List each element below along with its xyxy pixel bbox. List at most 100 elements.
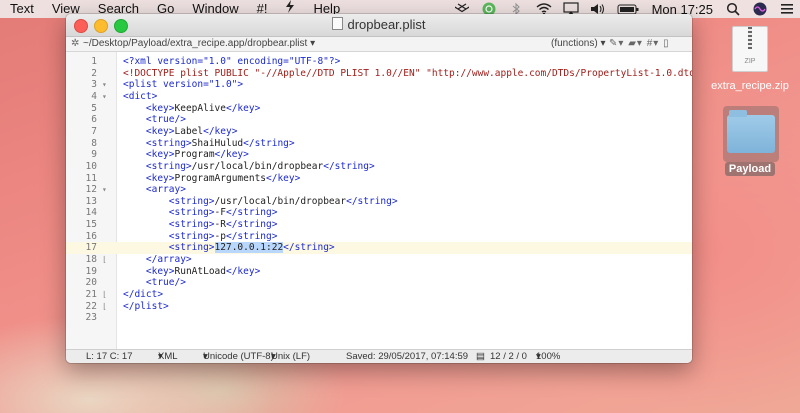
code-text: <string>/usr/local/bin/dropbear</string>	[168, 195, 398, 207]
fold-indicator-icon[interactable]: ⌊	[102, 254, 107, 266]
line-number: 17	[85, 242, 97, 254]
code-text: </plist>	[123, 300, 169, 312]
code-line[interactable]: 19 <key>RunAtLoad</key>	[66, 266, 692, 278]
document-menu-icon[interactable]: ▯	[663, 38, 670, 49]
navigation-bar: ✲ ~/Desktop/Payload/extra_recipe.app/dro…	[66, 37, 692, 52]
fold-indicator-icon[interactable]: ▾	[102, 79, 107, 91]
code-line[interactable]: 13 <string>/usr/local/bin/dropbear</stri…	[66, 196, 692, 208]
line-number: 7	[91, 125, 97, 137]
line-number: 11	[85, 172, 97, 184]
language-menu[interactable]: XML ▾	[158, 350, 178, 363]
line-number: 9	[91, 149, 97, 161]
close-button[interactable]	[74, 19, 88, 33]
code-text: <string>-F</string>	[168, 207, 278, 219]
cursor-position[interactable]: L: 17 C: 17	[86, 350, 132, 363]
code-line[interactable]: 12 ▾ <array>	[66, 184, 692, 196]
zip-file-label: extra_recipe.zip	[711, 80, 789, 92]
zoom-menu[interactable]: 100% ▾	[536, 350, 560, 363]
siri-icon[interactable]	[753, 2, 767, 16]
line-number: 10	[85, 160, 97, 172]
code-editor[interactable]: 1 <?xml version="1.0" encoding="UTF-8"?> 2…	[66, 52, 692, 349]
window-title: dropbear.plist	[347, 17, 426, 32]
status-bar: L: 17 C: 17 XML ▾ Unicode (UTF-8) ▾ Unix…	[66, 349, 692, 363]
toolbar-icons[interactable]: ✎▾ ▰▾ #▾ ▯	[609, 37, 670, 51]
code-line[interactable]: 14 <string>-F</string>	[66, 207, 692, 219]
code-text: <dict>	[123, 90, 158, 102]
code-text: <string>-p</string>	[168, 230, 278, 242]
minimize-button[interactable]	[94, 19, 108, 33]
folder-label-wrap[interactable]: Payload	[715, 162, 785, 176]
code-line[interactable]: 2 <!DOCTYPE plist PUBLIC "-//Apple//DTD P…	[66, 68, 692, 80]
menu-text[interactable]: Text	[0, 0, 43, 18]
notification-center-icon[interactable]	[780, 2, 794, 16]
code-text: <plist version="1.0">	[123, 79, 244, 91]
line-number: 12	[85, 184, 97, 196]
code-text: <string>/usr/local/bin/dropbear</string>	[145, 160, 375, 172]
code-text: <!DOCTYPE plist PUBLIC "-//Apple//DTD PL…	[123, 67, 692, 79]
code-text: <?xml version="1.0" encoding="UTF-8"?>	[123, 56, 341, 67]
code-line[interactable]: 23	[66, 312, 692, 324]
hash-menu-icon[interactable]: #▾	[647, 38, 660, 49]
code-text: <key>KeepAlive</key>	[145, 102, 261, 114]
code-line[interactable]: 22 ⌊ </plist>	[66, 301, 692, 313]
fold-indicator-icon[interactable]: ⌊	[102, 289, 107, 301]
code-text: </array>	[145, 254, 192, 266]
code-text: <key>Label</key>	[145, 125, 238, 137]
code-line[interactable]: 21 ⌊ </dict>	[66, 289, 692, 301]
line-number: 5	[91, 102, 97, 114]
code-line[interactable]: 3 ▾ <plist version="1.0">	[66, 79, 692, 91]
code-line[interactable]: 18 ⌊ </array>	[66, 254, 692, 266]
line-number: 22	[85, 300, 97, 312]
code-text: <key>RunAtLoad</key>	[145, 265, 261, 277]
code-text: <true/>	[145, 114, 186, 126]
code-line[interactable]: 17 <string>127.0.0.1:22</string>	[66, 242, 692, 254]
fold-indicator-icon[interactable]: ▾	[102, 91, 107, 103]
code-text: <array>	[145, 184, 186, 196]
marker-icon[interactable]: ✎▾	[609, 38, 624, 49]
line-number: 6	[91, 114, 97, 126]
code-line[interactable]: 10 <string>/usr/local/bin/dropbear</stri…	[66, 161, 692, 173]
code-line[interactable]: 6 <true/>	[66, 114, 692, 126]
document-stats[interactable]: 12 / 2 / 0	[490, 350, 527, 363]
code-line[interactable]: 11 <key>ProgramArguments</key>	[66, 173, 692, 185]
code-line[interactable]: 16 <string>-p</string>	[66, 231, 692, 243]
line-number: 16	[85, 230, 97, 242]
saved-status: Saved: 29/05/2017, 07:14:59	[346, 351, 469, 362]
bookmark-icon[interactable]: ▰▾	[628, 38, 643, 49]
line-number: 21	[85, 289, 97, 300]
code-line[interactable]: 9 <key>Program</key>	[66, 149, 692, 161]
document-icon[interactable]	[332, 17, 344, 30]
code-line[interactable]: 1 <?xml version="1.0" encoding="UTF-8"?>	[66, 56, 692, 68]
folder-icon[interactable]	[727, 110, 775, 153]
line-endings-menu[interactable]: Unix (LF) ▾	[271, 350, 310, 363]
file-path[interactable]: ~/Desktop/Payload/extra_recipe.app/dropb…	[83, 37, 315, 51]
code-text: <string>-R</string>	[168, 219, 278, 231]
encoding-menu[interactable]: Unicode (UTF-8) ▾	[203, 350, 274, 363]
zip-file-icon: ZIP	[732, 26, 768, 72]
code-line[interactable]: 15 <string>-R</string>	[66, 219, 692, 231]
title-bar[interactable]: dropbear.plist	[66, 14, 692, 37]
document-stats-icon[interactable]: ▤	[476, 350, 485, 363]
code-text: <key>Program</key>	[145, 149, 249, 161]
code-line[interactable]: 8 <string>ShaiHulud</string>	[66, 138, 692, 150]
gear-icon[interactable]: ✲	[71, 37, 79, 51]
zoom-button[interactable]	[114, 19, 128, 33]
code-line[interactable]: 5 <key>KeepAlive</key>	[66, 103, 692, 115]
code-line[interactable]: 20 <true/>	[66, 277, 692, 289]
code-line[interactable]: 4 ▾ <dict>	[66, 91, 692, 103]
functions-menu[interactable]: (functions) ▾	[551, 37, 606, 51]
code-line[interactable]: 7 <key>Label</key>	[66, 126, 692, 138]
fold-indicator-icon[interactable]: ⌊	[102, 301, 107, 313]
fold-indicator-icon[interactable]: ▾	[102, 184, 107, 196]
zip-file[interactable]: ZIP extra_recipe.zip	[705, 26, 795, 92]
line-number: 14	[85, 207, 97, 219]
spotlight-icon[interactable]	[726, 2, 740, 16]
line-number: 13	[85, 195, 97, 207]
editor-window: dropbear.plist ✲ ~/Desktop/Payload/extra…	[66, 14, 692, 363]
line-number: 2	[91, 67, 97, 79]
folder-label: Payload	[724, 162, 776, 176]
line-number: 18	[85, 254, 97, 266]
line-number: 1	[91, 56, 97, 67]
line-number: 15	[85, 219, 97, 231]
line-number: 3	[91, 79, 97, 91]
